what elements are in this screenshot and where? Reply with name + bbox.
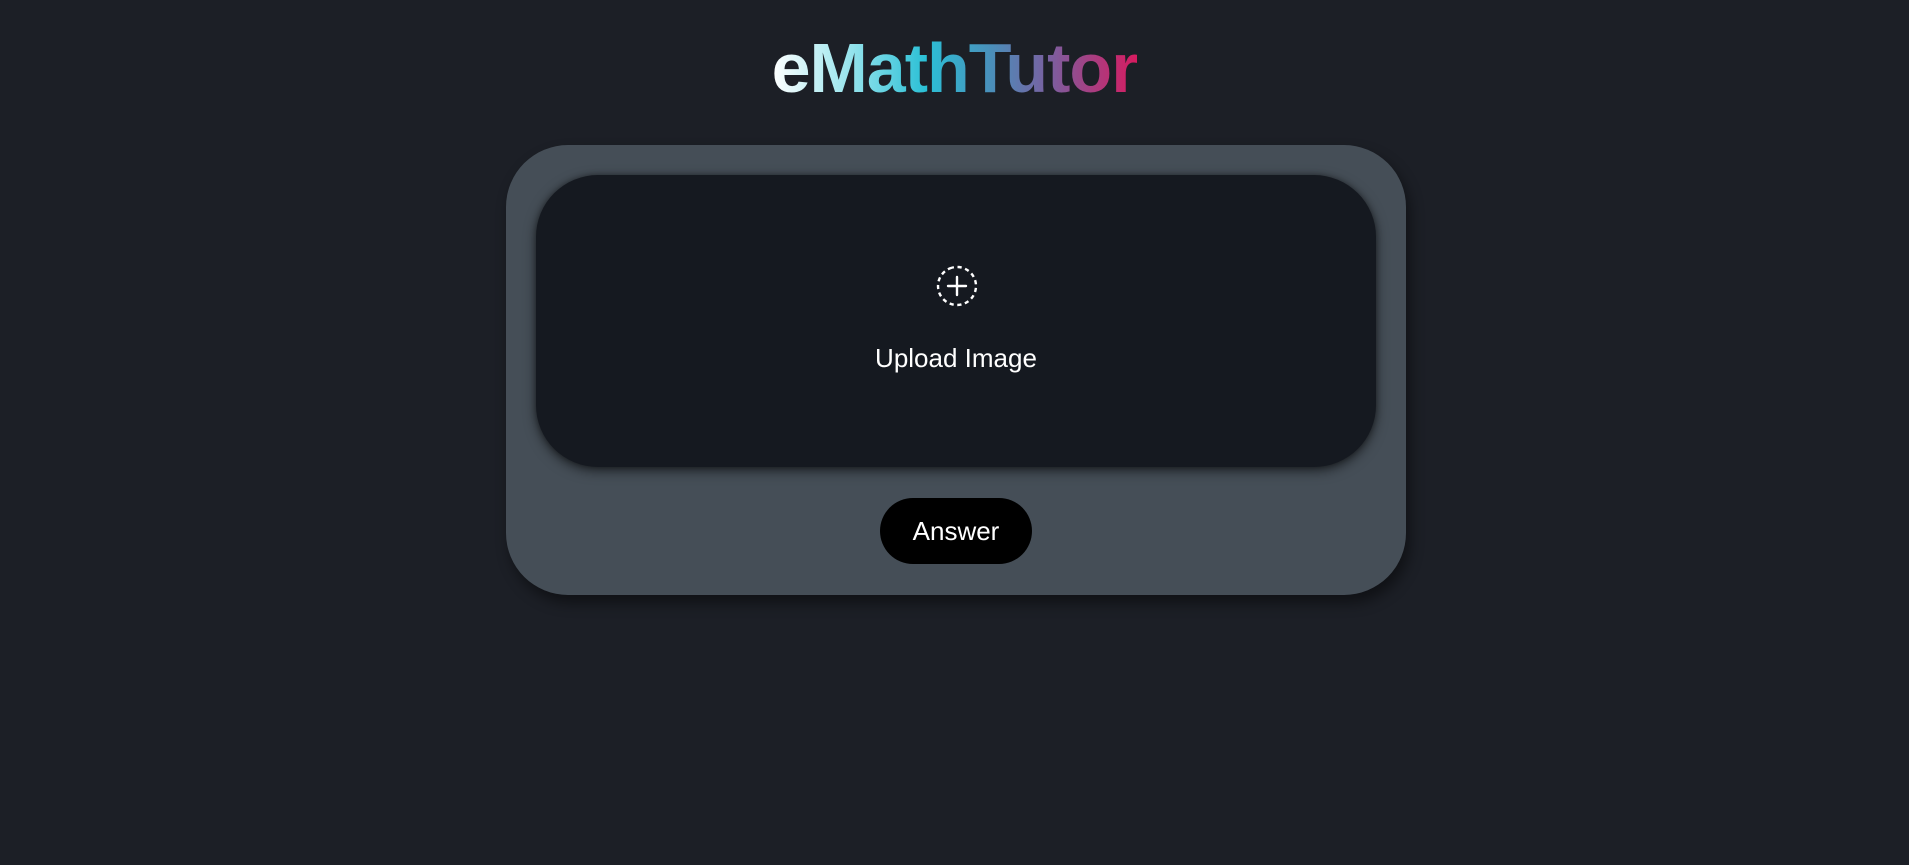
answer-button[interactable]: Answer <box>880 498 1032 564</box>
header: eMathTutor <box>0 26 1909 110</box>
upload-image-dropzone[interactable]: Upload Image <box>536 175 1376 467</box>
upload-card: Upload Image Answer <box>506 145 1406 595</box>
add-circle-dashed-icon <box>936 265 978 307</box>
app-title: eMathTutor <box>772 26 1139 110</box>
upload-image-label: Upload Image <box>875 343 1037 373</box>
